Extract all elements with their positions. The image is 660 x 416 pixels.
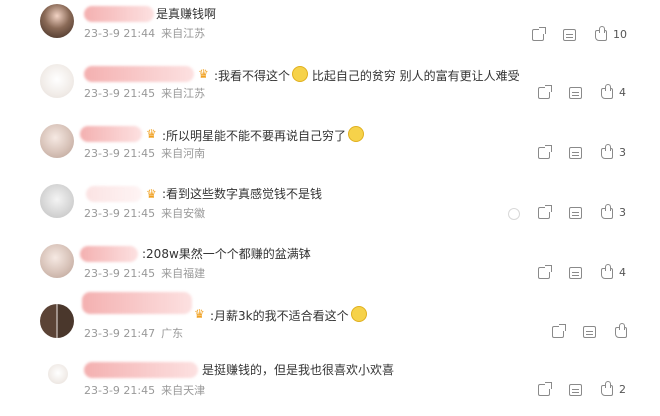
comment-list: 是真赚钱啊 23-3-9 21:44 来自江苏 10 ♛ :我看不得这个 比起自己… [0, 0, 660, 415]
comment-location: 来自江苏 [161, 87, 206, 100]
crown-icon: ♛ [194, 307, 205, 321]
comment-text-body: :月薪3k的我不适合看这个 [210, 309, 349, 323]
comment-icon[interactable] [569, 147, 582, 159]
comment-meta: 23-3-9 21:45 来自河南 [84, 147, 211, 161]
share-icon[interactable] [538, 85, 552, 99]
comment-item: 是真赚钱啊 23-3-9 21:44 来自江苏 10 [0, 2, 660, 58]
comment-text: :我看不得这个 比起自己的贫穷 别人的富有更让人难受 [214, 66, 520, 84]
like-count: 2 [619, 383, 626, 396]
comment-item: 是挺赚钱的，但是我也很喜欢小欢喜 23-3-9 21:45 来自天津 2 [0, 360, 660, 416]
comment-location: 来自安徽 [161, 207, 206, 220]
thumbs-up-icon[interactable] [601, 144, 613, 159]
comment-meta: 23-3-9 21:47 广东 [84, 327, 189, 341]
like-count: 10 [613, 28, 627, 41]
emoji-icon [292, 66, 309, 82]
thumbs-up-icon[interactable] [601, 204, 613, 219]
avatar[interactable] [40, 4, 74, 38]
like-count: 4 [619, 266, 626, 279]
share-icon[interactable] [538, 265, 552, 279]
like-count: 4 [619, 86, 626, 99]
comment-icon[interactable] [569, 207, 582, 219]
comment-location: 来自江苏 [161, 27, 206, 40]
thumbs-up-icon[interactable] [601, 381, 613, 396]
username-redacted[interactable] [84, 66, 194, 82]
comment-date: 23-3-9 21:45 [84, 147, 156, 160]
comment-icon[interactable] [569, 87, 582, 99]
comment-location: 来自福建 [161, 267, 206, 280]
comment-text: :看到这些数字真感觉钱不是钱 [162, 187, 323, 201]
share-icon[interactable] [538, 205, 552, 219]
comment-item: ♛ :我看不得这个 比起自己的贫穷 别人的富有更让人难受 23-3-9 21:4… [0, 62, 660, 118]
comment-meta: 23-3-9 21:45 来自天津 [84, 384, 211, 398]
comment-icon[interactable] [569, 267, 582, 279]
avatar[interactable] [40, 184, 74, 218]
comment-date: 23-3-9 21:45 [84, 87, 156, 100]
comment-location: 广东 [161, 327, 184, 340]
crown-icon: ♛ [146, 187, 157, 201]
share-icon[interactable] [552, 324, 566, 338]
comment-text-part2: 比起自己的贫穷 别人的富有更让人难受 [308, 69, 520, 83]
avatar[interactable] [40, 124, 74, 158]
like-count: 3 [619, 206, 626, 219]
comment-location: 来自河南 [161, 147, 206, 160]
comment-date: 23-3-9 21:44 [84, 27, 156, 40]
comment-meta: 23-3-9 21:44 来自江苏 [84, 27, 211, 41]
username-redacted[interactable] [80, 126, 142, 142]
avatar[interactable] [40, 304, 74, 338]
like-count: 3 [619, 146, 626, 159]
comment-text: :所以明星能不能不要再说自己穷了 [162, 126, 365, 144]
crown-icon: ♛ [198, 67, 209, 81]
username-redacted[interactable] [84, 6, 154, 22]
comment-text-body: :所以明星能不能不要再说自己穷了 [162, 129, 347, 143]
comment-location: 来自天津 [161, 384, 206, 397]
username-redacted[interactable] [84, 362, 198, 378]
comment-item: :208w果然一个个都赚的盆满钵 23-3-9 21:45 来自福建 4 [0, 242, 660, 298]
share-icon[interactable] [538, 145, 552, 159]
comment-icon[interactable] [569, 384, 582, 396]
thumbs-up-icon[interactable] [615, 323, 627, 338]
comment-text: :月薪3k的我不适合看这个 [210, 306, 367, 324]
avatar[interactable] [40, 244, 74, 278]
thumbs-up-icon[interactable] [601, 84, 613, 99]
comment-item: ♛ :看到这些数字真感觉钱不是钱 23-3-9 21:45 来自安徽 3 [0, 182, 660, 238]
comment-date: 23-3-9 21:47 [84, 327, 156, 340]
comment-text-part1: :我看不得这个 [214, 69, 291, 83]
share-icon[interactable] [538, 382, 552, 396]
comment-date: 23-3-9 21:45 [84, 207, 156, 220]
comment-item: ♛ :所以明星能不能不要再说自己穷了 23-3-9 21:45 来自河南 3 [0, 122, 660, 178]
crown-icon: ♛ [146, 127, 157, 141]
share-icon[interactable] [532, 27, 546, 41]
username-redacted[interactable] [86, 186, 142, 202]
thumbs-up-icon[interactable] [601, 264, 613, 279]
avatar[interactable] [40, 64, 74, 98]
comment-date: 23-3-9 21:45 [84, 267, 156, 280]
thumbs-up-icon[interactable] [595, 26, 607, 41]
comment-meta: 23-3-9 21:45 来自安徽 [84, 207, 211, 221]
info-icon[interactable] [508, 208, 520, 220]
comment-icon[interactable] [563, 29, 576, 41]
avatar[interactable] [48, 364, 68, 384]
username-redacted[interactable] [82, 292, 192, 314]
comment-date: 23-3-9 21:45 [84, 384, 156, 397]
comment-item: ♛ :月薪3k的我不适合看这个 23-3-9 21:47 广东 [0, 292, 660, 358]
comment-icon[interactable] [583, 326, 596, 338]
comment-text: :208w果然一个个都赚的盆满钵 [142, 247, 311, 261]
username-redacted[interactable] [80, 246, 138, 262]
comment-text: 是真赚钱啊 [156, 7, 217, 21]
emoji-icon [350, 306, 367, 322]
comment-text: 是挺赚钱的，但是我也很喜欢小欢喜 [202, 363, 395, 377]
comment-meta: 23-3-9 21:45 来自江苏 [84, 87, 211, 101]
emoji-icon [348, 126, 365, 142]
comment-meta: 23-3-9 21:45 来自福建 [84, 267, 211, 281]
